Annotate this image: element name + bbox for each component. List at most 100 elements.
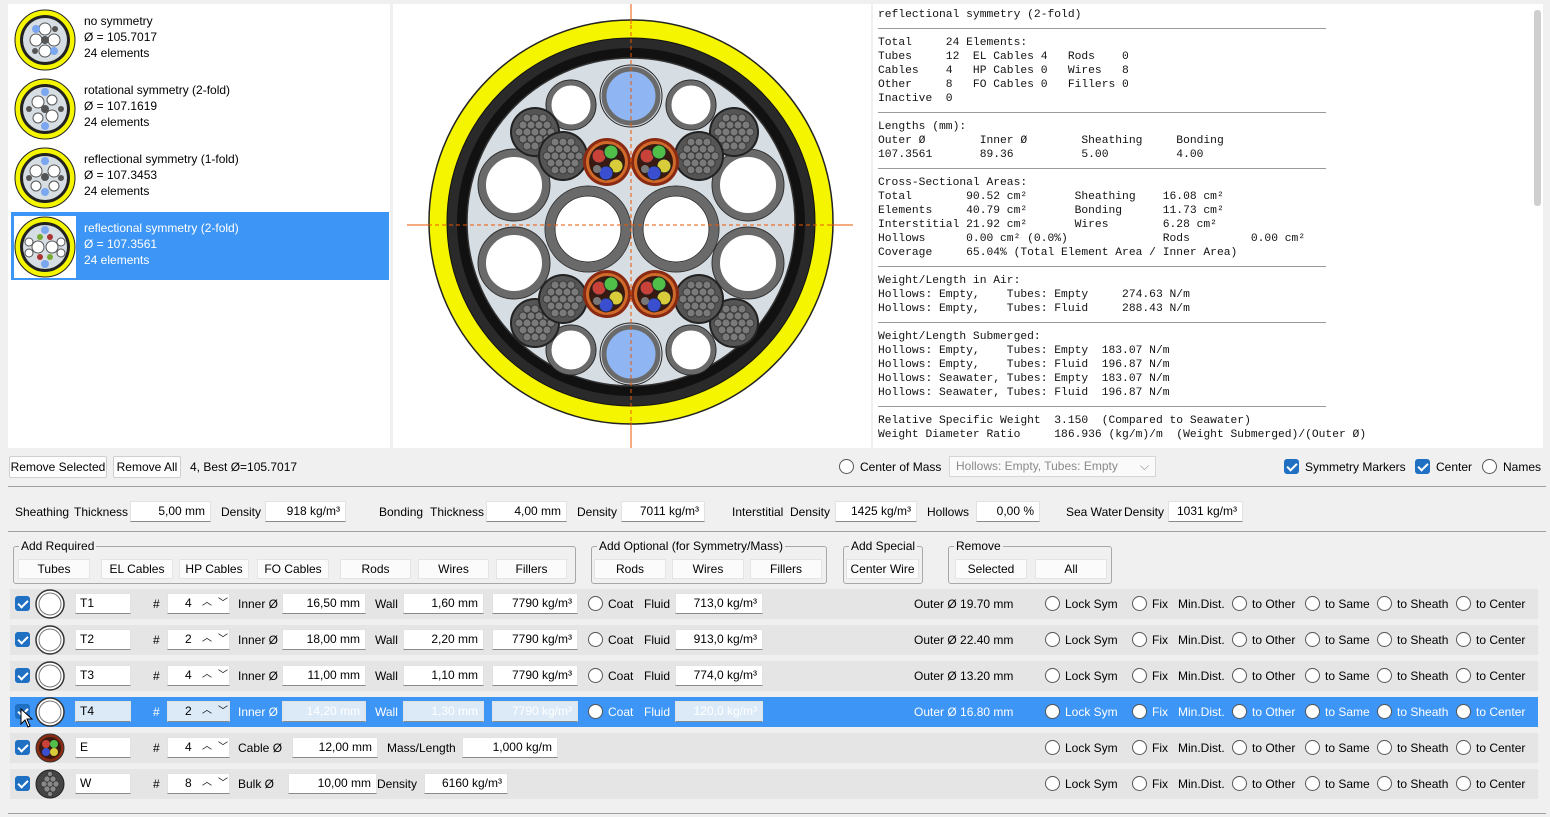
wall-input[interactable]: 1,10 mm [403, 665, 484, 686]
count-spinner[interactable]: 4 ︿ ﹀ [167, 593, 230, 614]
element-row-w[interactable]: W # 8 ︿ ﹀ Bulk Ø 10,00 mm Density 6160 kg/… [10, 769, 1538, 799]
fluid-density-input[interactable]: 120,0 kg/m³ [675, 701, 763, 722]
spin-down-icon[interactable]: ﹀ [218, 738, 228, 757]
interstitial-density-input[interactable]: 1425 kg/m³ [835, 501, 917, 522]
add-optional-fillers-button[interactable]: Fillers [750, 559, 822, 579]
spin-up-icon[interactable]: ︿ [202, 629, 212, 648]
to-same-checkbox[interactable] [1305, 776, 1320, 791]
fluid-density-input[interactable]: 913,0 kg/m³ [675, 629, 763, 650]
coat-checkbox[interactable] [588, 632, 603, 647]
to-other-checkbox[interactable] [1232, 596, 1247, 611]
element-row-t4-selected[interactable]: T4 # 2 ︿ ﹀ Inner Ø 14,20 mm Wall 1,30 mm 7… [10, 697, 1538, 727]
remove-all-elements-button[interactable]: All [1035, 559, 1107, 579]
element-row-t1[interactable]: T1 # 4 ︿ ﹀ Inner Ø 16,50 mm Wall 1,60 mm 7… [10, 589, 1538, 619]
lock-sym-checkbox[interactable] [1045, 740, 1060, 755]
to-other-checkbox[interactable] [1232, 776, 1247, 791]
tube-density-input[interactable]: 7790 kg/m³ [492, 629, 578, 650]
fix-checkbox[interactable] [1132, 704, 1147, 719]
solution-item[interactable]: rotational symmetry (2-fold) Ø = 107.1619… [11, 74, 389, 142]
row-enabled-checkbox[interactable] [15, 776, 30, 791]
to-same-checkbox[interactable] [1305, 668, 1320, 683]
add-center-wire-button[interactable]: Center Wire [846, 559, 919, 579]
count-spinner[interactable]: 2 ︿ ﹀ [167, 701, 230, 722]
fix-checkbox[interactable] [1132, 740, 1147, 755]
coat-checkbox[interactable] [588, 668, 603, 683]
center-checkbox[interactable] [1415, 459, 1430, 474]
tube-density-input[interactable]: 7790 kg/m³ [492, 701, 578, 722]
inner-d-input[interactable]: 14,20 mm [282, 701, 366, 722]
to-sheath-checkbox[interactable] [1377, 776, 1392, 791]
solution-item-selected[interactable]: reflectional symmetry (2-fold) Ø = 107.35… [11, 212, 389, 280]
row-enabled-checkbox[interactable] [15, 740, 30, 755]
spin-down-icon[interactable]: ﹀ [218, 594, 228, 613]
count-spinner[interactable]: 4 ︿ ﹀ [167, 665, 230, 686]
wall-input[interactable]: 1,30 mm [403, 701, 484, 722]
cross-section-plot[interactable] [393, 4, 871, 448]
count-spinner[interactable]: 8 ︿ ﹀ [167, 773, 230, 794]
symmetry-markers-checkbox[interactable] [1284, 459, 1299, 474]
element-name-input[interactable]: T1 [75, 593, 131, 614]
to-center-checkbox[interactable] [1456, 776, 1471, 791]
fluid-density-input[interactable]: 713,0 kg/m³ [675, 593, 763, 614]
tube-density-input[interactable]: 7790 kg/m³ [492, 665, 578, 686]
element-name-input[interactable]: E [75, 737, 131, 758]
remove-selected-elements-button[interactable]: Selected [955, 559, 1027, 579]
element-row-t2[interactable]: T2 # 2 ︿ ﹀ Inner Ø 18,00 mm Wall 2,20 mm 7… [10, 625, 1538, 655]
add-hp-cables-button[interactable]: HP Cables [179, 559, 249, 579]
element-name-input[interactable]: T3 [75, 665, 131, 686]
center-of-mass-checkbox[interactable] [839, 459, 854, 474]
element-row-t3[interactable]: T3 # 4 ︿ ﹀ Inner Ø 11,00 mm Wall 1,10 mm 7… [10, 661, 1538, 691]
spin-down-icon[interactable]: ﹀ [218, 666, 228, 685]
element-name-input[interactable]: W [75, 773, 131, 794]
wall-input[interactable]: 2,20 mm [403, 629, 484, 650]
fix-checkbox[interactable] [1132, 776, 1147, 791]
spin-up-icon[interactable]: ︿ [202, 773, 212, 792]
lock-sym-checkbox[interactable] [1045, 704, 1060, 719]
element-name-input[interactable]: T4 [75, 701, 131, 722]
tube-density-input[interactable]: 7790 kg/m³ [492, 593, 578, 614]
row-enabled-checkbox[interactable] [15, 668, 30, 683]
sea-water-density-input[interactable]: 1031 kg/m³ [1168, 501, 1243, 522]
to-sheath-checkbox[interactable] [1377, 668, 1392, 683]
count-spinner[interactable]: 4 ︿ ﹀ [167, 737, 230, 758]
lock-sym-checkbox[interactable] [1045, 776, 1060, 791]
add-optional-wires-button[interactable]: Wires [672, 559, 744, 579]
to-other-checkbox[interactable] [1232, 704, 1247, 719]
spin-down-icon[interactable]: ﹀ [218, 774, 228, 793]
add-rods-button[interactable]: Rods [340, 559, 411, 579]
to-center-checkbox[interactable] [1456, 668, 1471, 683]
add-fillers-button[interactable]: Fillers [496, 559, 567, 579]
to-same-checkbox[interactable] [1305, 596, 1320, 611]
count-spinner[interactable]: 2 ︿ ﹀ [167, 629, 230, 650]
to-same-checkbox[interactable] [1305, 632, 1320, 647]
spin-down-icon[interactable]: ﹀ [218, 630, 228, 649]
lock-sym-checkbox[interactable] [1045, 668, 1060, 683]
to-other-checkbox[interactable] [1232, 632, 1247, 647]
to-other-checkbox[interactable] [1232, 668, 1247, 683]
add-wires-button[interactable]: Wires [418, 559, 489, 579]
solution-item[interactable]: no symmetry Ø = 105.7017 24 elements [11, 5, 389, 73]
to-other-checkbox[interactable] [1232, 740, 1247, 755]
inner-d-input[interactable]: 11,00 mm [282, 665, 366, 686]
spin-up-icon[interactable]: ︿ [202, 665, 212, 684]
sheathing-density-input[interactable]: 918 kg/m³ [265, 501, 346, 522]
to-center-checkbox[interactable] [1456, 632, 1471, 647]
coat-checkbox[interactable] [588, 704, 603, 719]
add-el-cables-button[interactable]: EL Cables [101, 559, 173, 579]
element-row-e[interactable]: E # 4 ︿ ﹀ Cable Ø 12,00 mm Mass/Length 1,0… [10, 733, 1538, 763]
element-name-input[interactable]: T2 [75, 629, 131, 650]
to-same-checkbox[interactable] [1305, 704, 1320, 719]
to-center-checkbox[interactable] [1456, 704, 1471, 719]
wire-density-input[interactable]: 6160 kg/m³ [424, 773, 508, 794]
to-sheath-checkbox[interactable] [1377, 596, 1392, 611]
to-sheath-checkbox[interactable] [1377, 740, 1392, 755]
hollows-tubes-select[interactable]: Hollows: Empty, Tubes: Empty ⌵ [949, 456, 1156, 477]
inner-d-input[interactable]: 16,50 mm [282, 593, 366, 614]
inner-d-input[interactable]: 18,00 mm [282, 629, 366, 650]
spin-up-icon[interactable]: ︿ [202, 737, 212, 756]
lock-sym-checkbox[interactable] [1045, 596, 1060, 611]
wall-input[interactable]: 1,60 mm [403, 593, 484, 614]
spin-up-icon[interactable]: ︿ [202, 593, 212, 612]
names-checkbox[interactable] [1482, 459, 1497, 474]
to-center-checkbox[interactable] [1456, 596, 1471, 611]
